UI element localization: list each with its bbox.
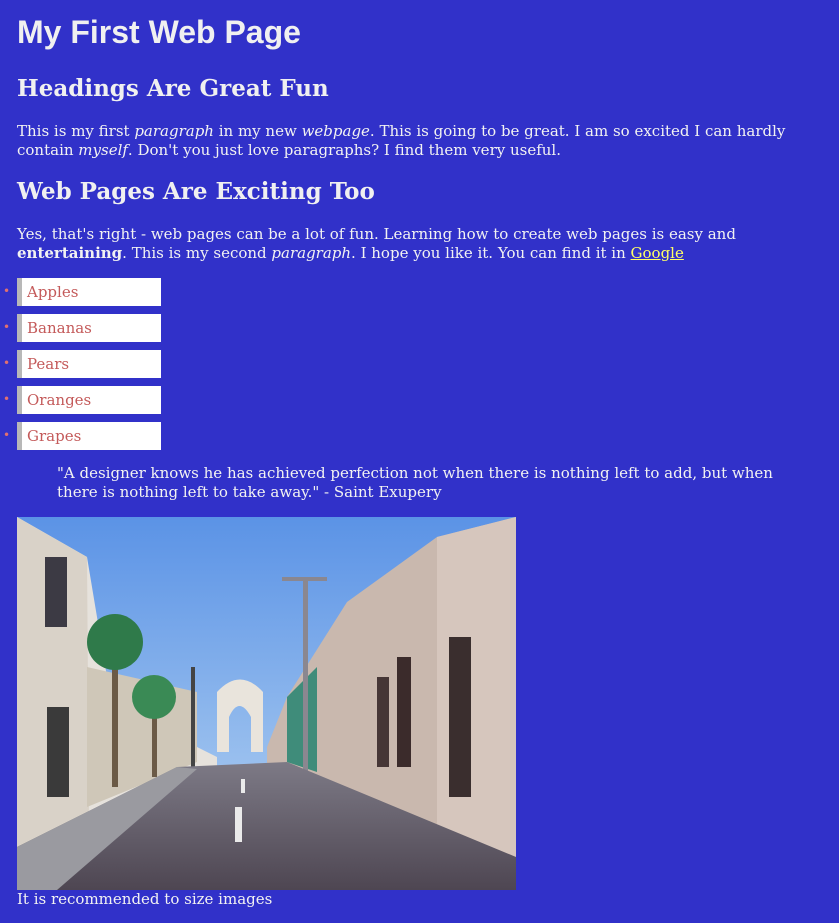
paragraph-2-em-1: paragraph	[271, 244, 352, 262]
bullet-icon: •	[3, 284, 11, 298]
paragraph-1-text-1: This is my first	[17, 122, 135, 140]
bullet-icon: •	[3, 392, 11, 406]
paragraph-1-em-2: webpage	[301, 122, 370, 140]
fruit-label: Bananas	[17, 314, 161, 342]
google-link[interactable]: Google	[631, 244, 684, 262]
fruit-label: Pears	[17, 350, 161, 378]
bullet-icon: •	[3, 320, 11, 334]
list-item: • Grapes	[0, 422, 200, 450]
fruit-label: Apples	[17, 278, 161, 306]
list-item: • Apples	[0, 278, 200, 306]
paragraph-1: This is my first paragraph in my new web…	[17, 122, 822, 160]
paragraph-1-em-1: paragraph	[134, 122, 214, 140]
image-caption: It is recommended to size images	[17, 890, 273, 908]
bullet-icon: •	[3, 428, 11, 442]
fruit-label: Grapes	[17, 422, 161, 450]
paragraph-2: Yes, that's right - web pages can be a l…	[17, 225, 822, 263]
paragraph-2-strong-1: entertaining	[17, 244, 123, 262]
quote-block: "A designer knows he has achieved perfec…	[57, 464, 773, 501]
paragraph-2-text-2: . This is my second	[122, 244, 272, 262]
list-item: • Bananas	[0, 314, 200, 342]
fruit-label: Oranges	[17, 386, 161, 414]
street-photo	[17, 517, 516, 890]
section-heading-2: Web Pages Are Exciting Too	[17, 178, 375, 205]
fruit-list: • Apples • Bananas • Pears • Oranges • Grapes	[0, 278, 200, 458]
section-heading-1: Headings Are Great Fun	[17, 75, 329, 102]
paragraph-1-text-4: . Don't you just love paragraphs? I find…	[127, 141, 561, 159]
page-title: My First Web Page	[17, 14, 301, 50]
paragraph-2-text-3: . I hope you like it. You can find it in	[351, 244, 631, 262]
paragraph-1-em-3: myself	[78, 141, 128, 159]
list-item: • Pears	[0, 350, 200, 378]
list-item: • Oranges	[0, 386, 200, 414]
bullet-icon: •	[3, 356, 11, 370]
paragraph-2-text-1: Yes, that's right - web pages can be a l…	[17, 225, 736, 243]
paragraph-1-text-2: in my new	[213, 122, 302, 140]
